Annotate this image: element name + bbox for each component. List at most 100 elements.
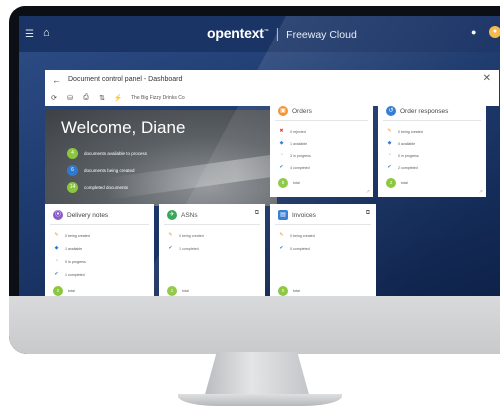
being-created-icon: ✎ bbox=[54, 232, 59, 238]
available-icon: ◆ bbox=[279, 140, 284, 146]
order-responses-card[interactable]: ↺ Order responses ✎ 0 being created ◆ 0 … bbox=[378, 100, 486, 197]
card-title: Invoices bbox=[292, 211, 316, 219]
user-icon[interactable]: ● bbox=[471, 27, 476, 37]
brand-product: Freeway Cloud bbox=[286, 29, 357, 41]
divider bbox=[383, 120, 481, 121]
completed-icon: ✔ bbox=[168, 245, 173, 251]
total-badge: 2 bbox=[53, 286, 63, 296]
delivery-notes-card[interactable]: ⦿ Delivery notes ✎ 0 being created ◆ 1 a… bbox=[45, 204, 154, 296]
status-label: 3 in progress bbox=[290, 153, 311, 158]
refresh-icon[interactable]: ⟳ bbox=[49, 94, 59, 102]
card-title: Delivery notes bbox=[67, 211, 109, 219]
divider bbox=[275, 120, 368, 121]
status-row-completed[interactable]: ✔ 4 completed bbox=[278, 164, 309, 171]
total-row: 2 total bbox=[53, 286, 75, 296]
total-badge: 2 bbox=[386, 178, 396, 188]
monitor-chin bbox=[9, 296, 500, 354]
panel-title: Document control panel - Dashboard bbox=[68, 76, 183, 83]
back-arrow-icon[interactable]: ← bbox=[52, 75, 61, 85]
count-badge: 6 bbox=[67, 165, 78, 176]
status-row-available[interactable]: ◆ 0 available bbox=[386, 140, 416, 147]
total-label: total bbox=[401, 181, 408, 185]
count-badge: 14 bbox=[67, 182, 78, 193]
status-label: 0 being created bbox=[398, 129, 423, 134]
screen: ☰ ⌂ opentext™ | Freeway Cloud ● ● ← Docu… bbox=[19, 16, 500, 296]
completed-icon: ✔ bbox=[54, 271, 59, 277]
card-header: ▤ Invoices bbox=[278, 210, 316, 220]
toolbar: ⟳ ⛁ ⎙ ⇅ ⚡ The Big Fizzy Drinks Co bbox=[49, 92, 185, 104]
status-label: 0 being created bbox=[179, 233, 204, 238]
card-header: ⦿ Delivery notes bbox=[53, 210, 108, 220]
close-icon[interactable]: ✕ bbox=[483, 73, 491, 84]
print-icon[interactable]: ⎙ bbox=[81, 94, 91, 102]
status-label: 0 being created bbox=[65, 233, 90, 238]
brand-tm: ™ bbox=[263, 28, 269, 35]
company-name[interactable]: The Big Fizzy Drinks Co bbox=[131, 95, 185, 101]
welcome-row-available[interactable]: 4 documents available to process bbox=[67, 148, 147, 159]
completed-icon: ✔ bbox=[279, 245, 284, 251]
resize-icon[interactable]: ↗ bbox=[366, 189, 370, 195]
card-title: Order responses bbox=[400, 107, 449, 115]
status-row-being-created[interactable]: ✎ 0 being created bbox=[386, 128, 423, 135]
card-title: ASNs bbox=[181, 211, 198, 219]
status-row-being-created[interactable]: ✎ 0 being created bbox=[53, 232, 90, 239]
invoices-card[interactable]: ▤ Invoices ⧉ ✎ 0 being created ✔ 0 compl… bbox=[270, 204, 376, 296]
copy-icon[interactable]: ⧉ bbox=[255, 210, 259, 217]
status-row-completed[interactable]: ✔ 1 completed bbox=[167, 245, 199, 252]
home-icon[interactable]: ⌂ bbox=[43, 27, 50, 39]
flash-icon[interactable]: ⚡ bbox=[113, 94, 123, 102]
in-progress-icon: ◔ bbox=[54, 258, 59, 264]
welcome-tile: Welcome, Diane 4 documents available to … bbox=[45, 110, 277, 206]
database-icon[interactable]: ⛁ bbox=[65, 94, 75, 102]
status-row-in-progress[interactable]: ◔ 0 in progress bbox=[386, 152, 419, 159]
welcome-row-completed[interactable]: 14 completed documents bbox=[67, 182, 128, 193]
card-title: Orders bbox=[292, 107, 312, 115]
status-row-completed[interactable]: ✔ 2 completed bbox=[386, 164, 418, 171]
order-responses-icon: ↺ bbox=[386, 106, 396, 116]
status-label: 1 available bbox=[290, 141, 308, 146]
in-progress-icon: ◔ bbox=[387, 152, 392, 158]
status-row-in-progress[interactable]: ◔ 3 in progress bbox=[278, 152, 311, 159]
resize-icon[interactable]: ↗ bbox=[479, 189, 483, 195]
divider bbox=[275, 224, 371, 225]
status-row-completed[interactable]: ✔ 1 completed bbox=[53, 271, 84, 278]
total-row: 1 total bbox=[167, 286, 189, 296]
invoices-icon: ▤ bbox=[278, 210, 288, 220]
completed-icon: ✔ bbox=[279, 164, 284, 170]
status-row-rejected[interactable]: ✖ 0 rejected bbox=[278, 128, 306, 135]
status-row-being-created[interactable]: ✎ 0 being created bbox=[278, 232, 314, 239]
status-row-in-progress[interactable]: ◔ 0 in progress bbox=[53, 258, 86, 265]
sort-icon[interactable]: ⇅ bbox=[97, 94, 107, 102]
brand-logo: opentext bbox=[207, 25, 264, 41]
available-icon: ◆ bbox=[387, 140, 392, 146]
status-row-available[interactable]: ◆ 1 available bbox=[53, 245, 83, 252]
total-label: total bbox=[68, 289, 75, 293]
avatar[interactable]: ● bbox=[489, 26, 500, 38]
status-label: 2 completed bbox=[398, 165, 418, 170]
brand: opentext™ | Freeway Cloud bbox=[207, 25, 357, 41]
copy-icon[interactable]: ⧉ bbox=[366, 210, 370, 217]
asns-card[interactable]: ✈ ASNs ⧉ ✎ 0 being created ✔ 1 completed… bbox=[159, 204, 265, 296]
asns-icon: ✈ bbox=[167, 210, 177, 220]
welcome-row-label: completed documents bbox=[84, 185, 129, 190]
available-icon: ◆ bbox=[54, 245, 59, 251]
count-badge: 4 bbox=[67, 148, 78, 159]
status-label: 0 rejected bbox=[290, 129, 306, 134]
status-label: 0 in progress bbox=[398, 153, 419, 158]
monitor-frame: ☰ ⌂ opentext™ | Freeway Cloud ● ● ← Docu… bbox=[9, 6, 500, 354]
card-header: ✈ ASNs bbox=[167, 210, 198, 220]
status-row-being-created[interactable]: ✎ 0 being created bbox=[167, 232, 204, 239]
status-label: 1 completed bbox=[179, 246, 199, 251]
rejected-icon: ✖ bbox=[279, 128, 284, 134]
being-created-icon: ✎ bbox=[387, 128, 392, 134]
total-label: total bbox=[293, 289, 300, 293]
menu-icon[interactable]: ☰ bbox=[25, 29, 34, 40]
brand-separator: | bbox=[275, 25, 280, 41]
welcome-row-being-created[interactable]: 6 documents being created bbox=[67, 165, 135, 176]
status-row-available[interactable]: ◆ 1 available bbox=[278, 140, 308, 147]
total-badge: 8 bbox=[278, 178, 288, 188]
welcome-row-label: documents being created bbox=[84, 168, 135, 173]
status-row-completed[interactable]: ✔ 0 completed bbox=[278, 245, 309, 252]
orders-card[interactable]: ▣ Orders ✖ 0 rejected ◆ 1 available ◔ 3 … bbox=[270, 100, 373, 197]
being-created-icon: ✎ bbox=[168, 232, 173, 238]
